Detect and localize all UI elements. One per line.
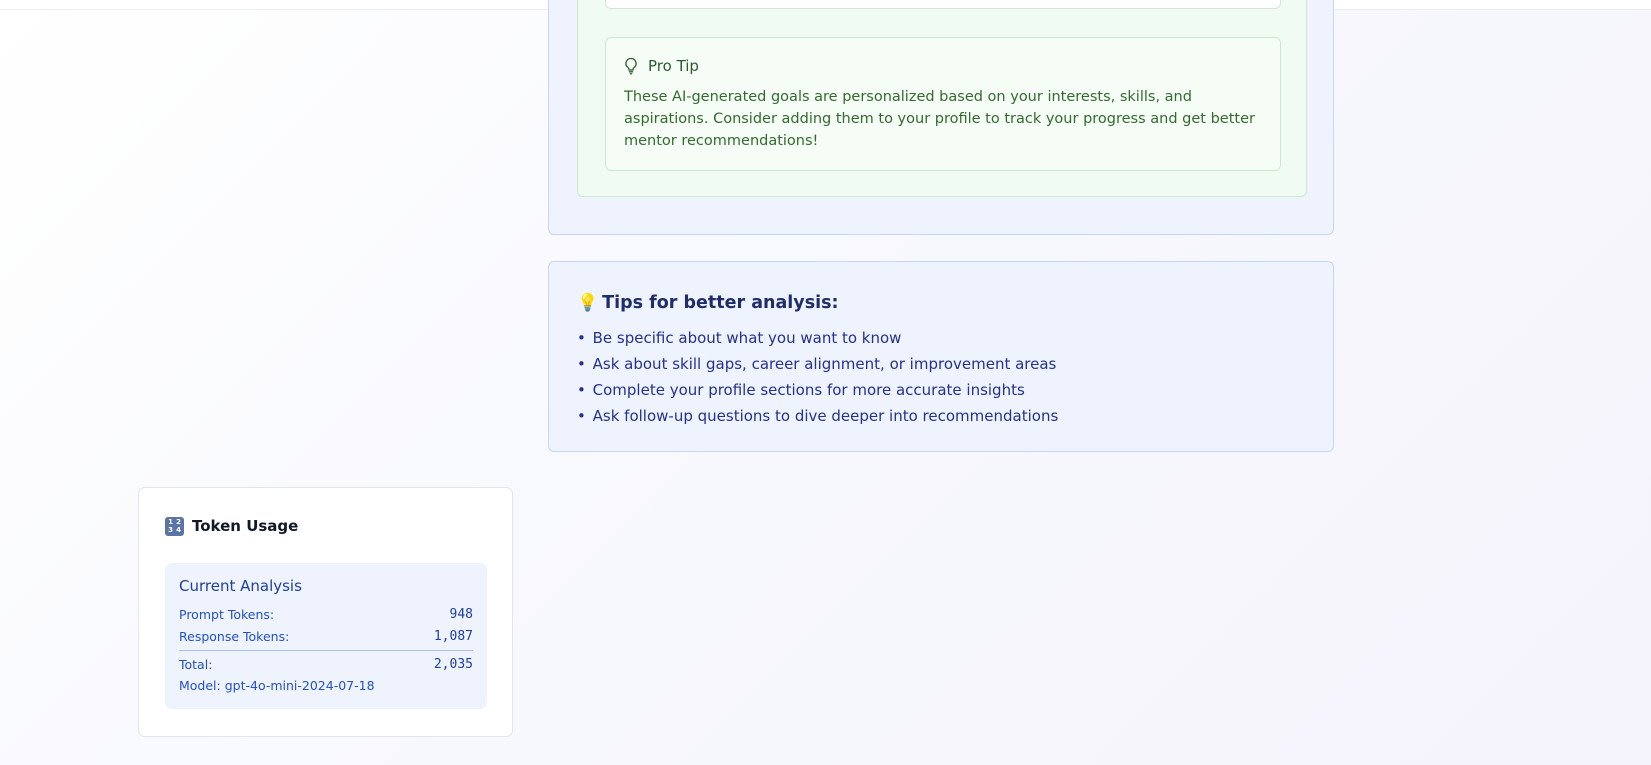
current-analysis-box: Current Analysis Prompt Tokens: 948 Resp… [165, 563, 487, 709]
goal-card [605, 0, 1281, 9]
input-numbers-icon: 1234 [165, 516, 184, 536]
token-usage-heading: 1234 Token Usage [165, 516, 486, 536]
token-usage-title: Token Usage [192, 517, 299, 535]
divider [179, 650, 473, 651]
total-tokens-row: Total: 2,035 [179, 653, 473, 675]
response-tokens-label: Response Tokens: [179, 628, 290, 644]
tip-item: • Complete your profile sections for mor… [577, 381, 1025, 399]
model-name: Model: gpt-4o-mini-2024-07-18 [179, 678, 375, 693]
tips-title: Tips for better analysis: [602, 293, 839, 313]
pro-tip-box: Pro Tip These AI-generated goals are per… [605, 37, 1281, 171]
token-usage-card: 1234 Token Usage Current Analysis Prompt… [138, 487, 513, 737]
pro-tip-text: These AI-generated goals are personalize… [624, 89, 1255, 149]
tip-item: • Ask about skill gaps, career alignment… [577, 355, 1057, 373]
prompt-tokens-label: Prompt Tokens: [179, 606, 275, 622]
ai-goals-panel: Pro Tip These AI-generated goals are per… [577, 0, 1307, 197]
pro-tip-header: Pro Tip [624, 56, 1262, 76]
lightbulb-icon: 💡 [577, 293, 599, 313]
response-tokens-value: 1,087 [433, 628, 473, 644]
lightbulb-outline-icon [624, 57, 638, 75]
total-tokens-label: Total: [179, 656, 213, 672]
tips-list: • Be specific about what you want to kno… [577, 325, 1305, 429]
total-tokens-value: 2,035 [433, 656, 473, 672]
prompt-tokens-value: 948 [449, 606, 473, 622]
tip-item: • Be specific about what you want to kno… [577, 329, 902, 347]
current-analysis-title: Current Analysis [179, 577, 302, 595]
tips-heading: 💡 Tips for better analysis: [577, 290, 1305, 316]
tip-item: • Ask follow-up questions to dive deeper… [577, 407, 1059, 425]
prompt-tokens-row: Prompt Tokens: 948 [179, 603, 473, 625]
analysis-tips-card: 💡 Tips for better analysis: • Be specifi… [548, 261, 1334, 452]
response-tokens-row: Response Tokens: 1,087 [179, 625, 473, 647]
pro-tip-title: Pro Tip [648, 57, 699, 75]
career-goals-section: Pro Tip These AI-generated goals are per… [548, 0, 1334, 235]
